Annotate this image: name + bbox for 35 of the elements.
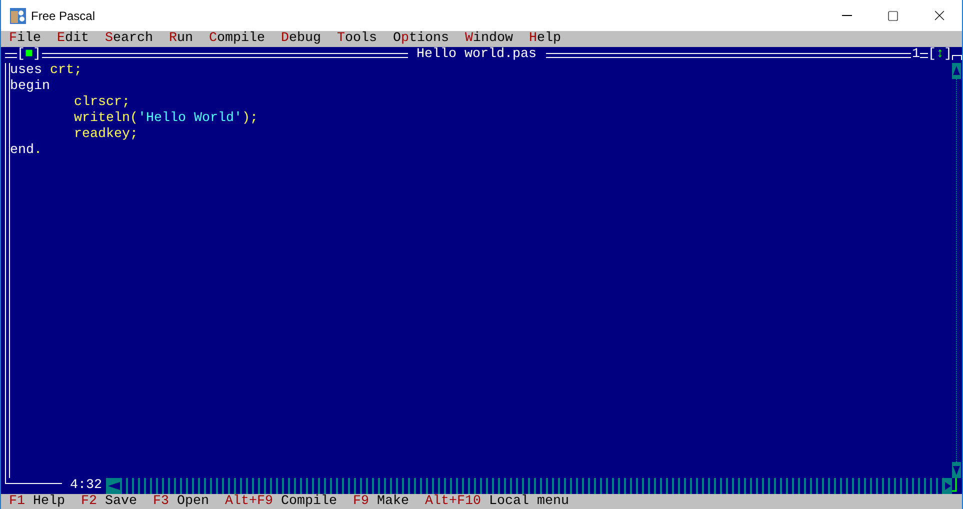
code-line: uses crt;: [10, 63, 82, 79]
status-hint[interactable]: F3 Open: [153, 494, 209, 509]
menu-item[interactable]: Options: [393, 31, 449, 47]
menu-item[interactable]: Debug: [281, 31, 321, 47]
code-line: end.: [10, 143, 42, 159]
code-line: readkey;: [72, 127, 138, 143]
status-hint[interactable]: Alt+F9 Compile: [225, 494, 337, 509]
vertical-scrollbar[interactable]: [952, 63, 961, 478]
horizontal-scrollbar[interactable]: [106, 478, 952, 494]
cursor-position: 4:32: [69, 478, 103, 494]
menu-item[interactable]: Compile: [209, 31, 265, 47]
close-window-button[interactable]: [■]: [17, 47, 41, 63]
scroll-left-icon[interactable]: [106, 478, 122, 494]
status-hint[interactable]: F9 Make: [353, 494, 409, 509]
maximize-icon: [887, 10, 899, 22]
menu-item[interactable]: Help: [529, 31, 561, 47]
code-line: writeln('Hello World');: [72, 111, 258, 127]
menu-item[interactable]: Run: [169, 31, 193, 47]
menu-item[interactable]: Window: [465, 31, 513, 47]
app-icon: [10, 8, 26, 24]
code-line: clrscr;: [72, 95, 130, 111]
code-line: begin: [10, 79, 50, 95]
menu-item[interactable]: Edit: [57, 31, 89, 47]
window-number: 1: [912, 47, 920, 63]
minimize-icon: [842, 15, 852, 16]
status-hint[interactable]: Alt+F10 Local menu: [425, 494, 569, 509]
status-hint[interactable]: F1 Help: [9, 494, 65, 509]
menu-item[interactable]: Tools: [337, 31, 377, 47]
window-title: Free Pascal: [31, 8, 96, 24]
zoom-window-button[interactable]: [↕]: [928, 47, 952, 63]
editor-title: Hello world.pas: [416, 47, 538, 63]
menu-item[interactable]: Search: [105, 31, 153, 47]
scroll-up-icon[interactable]: [952, 63, 961, 79]
menu-item[interactable]: File: [9, 31, 41, 47]
status-hint[interactable]: F2 Save: [81, 494, 137, 509]
